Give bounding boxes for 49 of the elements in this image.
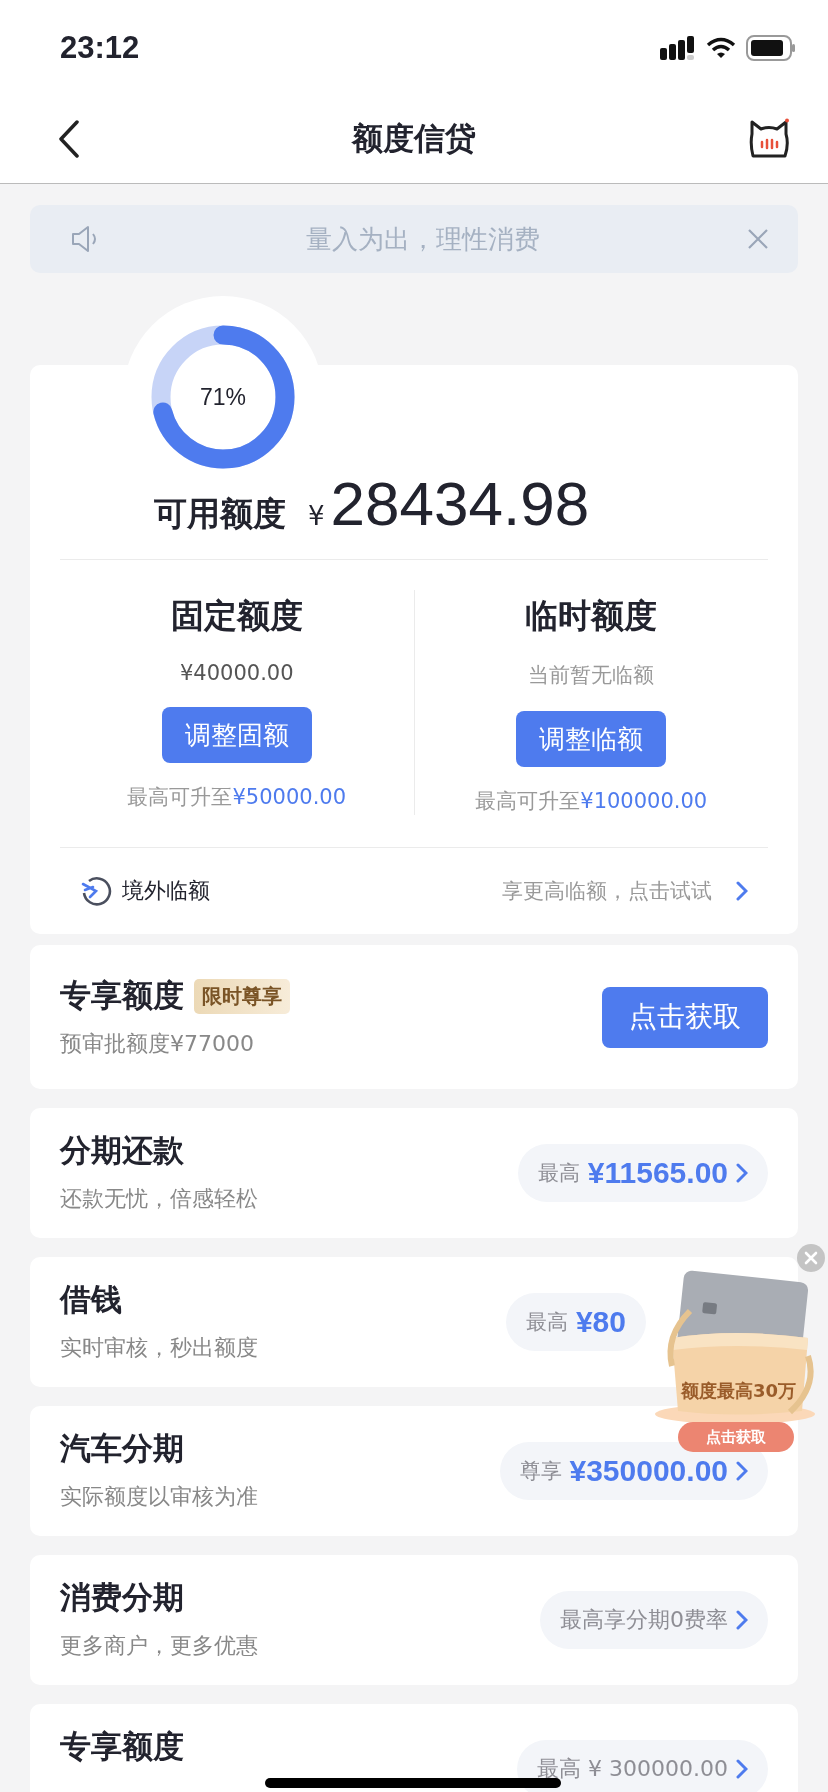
wifi-icon <box>706 36 736 59</box>
quota-title: 临时额度 <box>525 595 658 637</box>
signal-icon <box>660 35 696 60</box>
overseas-label[interactable]: 境外临额 <box>122 876 492 906</box>
product-subtitle: 实际额度以审核为准 <box>60 1483 258 1511</box>
clock-plane-icon <box>80 875 112 907</box>
quota-value: ¥40000.00 <box>179 661 294 685</box>
back-icon[interactable] <box>58 120 80 158</box>
product-subtitle: 预审批额度¥77000 <box>60 1030 255 1058</box>
available-amount: 28434.98 <box>330 473 590 535</box>
cat-face-icon[interactable] <box>748 118 790 160</box>
quota-value: 当前暂无临额 <box>528 662 655 689</box>
adjust-button[interactable]: 调整固额 <box>161 707 312 763</box>
adjust-button[interactable]: 调整临额 <box>516 711 667 767</box>
upgrade-note: 最高可升至¥100000.00 <box>475 788 708 815</box>
status-time: 23:12 <box>60 29 140 66</box>
chevron-right-icon <box>736 1461 748 1481</box>
product-subtitle: 还款无忧，倍感轻松 <box>60 1185 258 1213</box>
battery-icon <box>746 34 796 61</box>
available-label: 可用额度 <box>154 493 286 535</box>
currency-sign: ¥ <box>308 501 325 531</box>
product-card[interactable]: 专享额度 最高 ¥ 300000.00 <box>30 1704 798 1792</box>
get-button[interactable]: 点击获取 <box>602 986 768 1048</box>
product-card[interactable]: 消费分期 更多商户，更多优惠 最高享分期0费率 <box>30 1555 798 1685</box>
gauge-percent: 71% <box>198 382 247 412</box>
product-card[interactable]: 分期还款 还款无忧，倍感轻松 最高 ¥11565.00 <box>30 1108 798 1238</box>
notice-text: 量入为出，理性消费 <box>305 222 541 256</box>
limit-pill[interactable]: 最高 ¥ 300000.00 <box>517 1740 768 1792</box>
limited-tag: 限时尊享 <box>194 978 290 1014</box>
product-subtitle: 实时审核，秒出额度 <box>60 1334 258 1362</box>
product-title: 分期还款 <box>60 1131 185 1170</box>
chevron-right-icon <box>736 1759 748 1779</box>
limit-pill[interactable]: 最高享分期0费率 <box>540 1591 768 1649</box>
product-subtitle: 更多商户，更多优惠 <box>60 1632 258 1660</box>
product-title: 专享额度 <box>60 976 184 1015</box>
product-title: 借钱 <box>60 1280 123 1319</box>
chevron-right-icon <box>736 881 748 901</box>
quota-title: 固定额度 <box>170 595 303 637</box>
chevron-right-icon <box>736 1610 748 1630</box>
chevron-right-icon <box>736 1163 748 1183</box>
product-title: 汽车分期 <box>60 1429 185 1468</box>
product-title: 消费分期 <box>60 1578 185 1617</box>
page-title: 额度信贷 <box>352 119 476 158</box>
overseas-hint[interactable]: 享更高临额，点击试试 <box>502 877 712 905</box>
limit-pill[interactable]: 最高 ¥11565.00 <box>517 1144 768 1202</box>
limit-pill[interactable]: 最高 ¥80 <box>505 1293 646 1351</box>
promo-get-button[interactable]: 点击获取 <box>678 1422 794 1452</box>
upgrade-note: 最高可升至¥50000.00 <box>127 784 347 811</box>
product-title: 专享额度 <box>60 1727 184 1766</box>
